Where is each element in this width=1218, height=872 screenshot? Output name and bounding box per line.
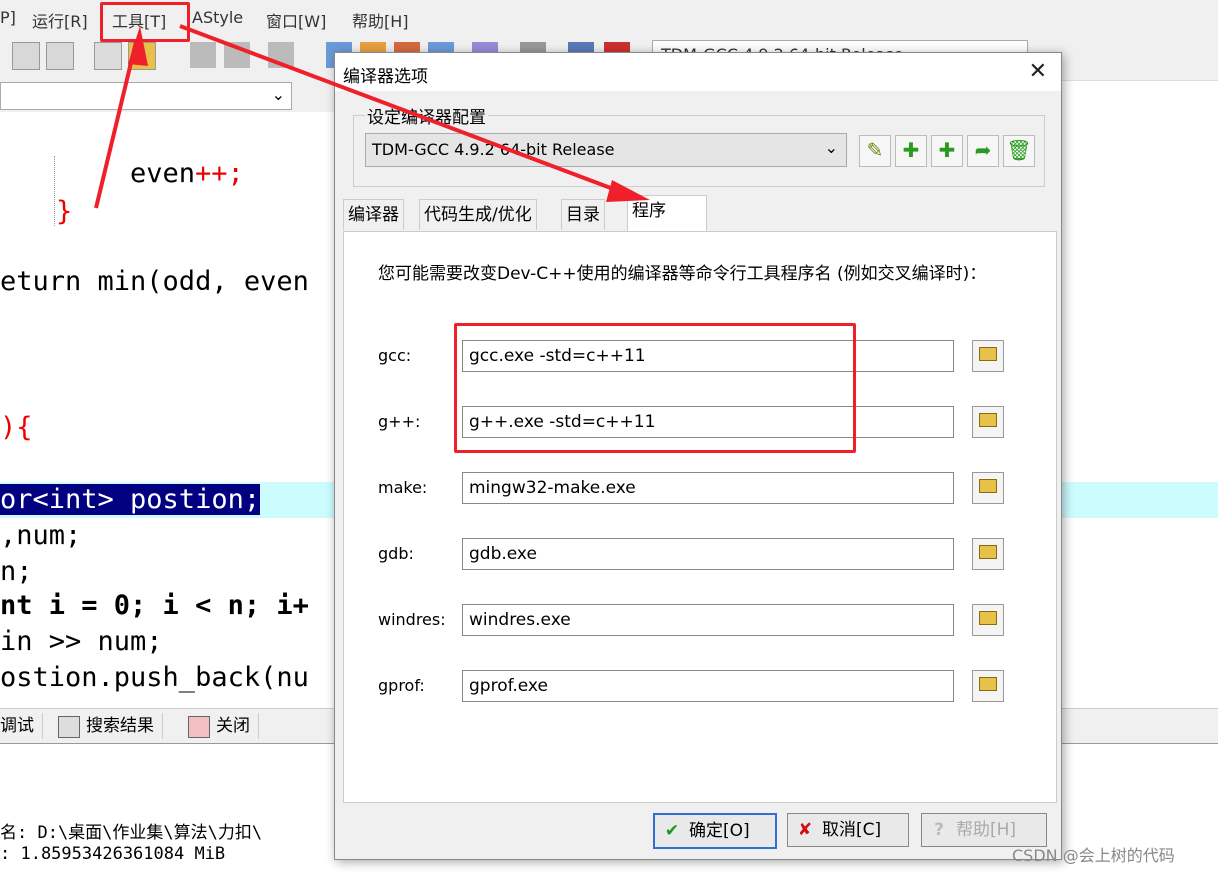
arrowhead-up [128, 26, 148, 66]
arrow-up [94, 41, 138, 209]
arrow-right [179, 24, 633, 198]
arrowhead-right [606, 180, 650, 202]
watermark: CSDN @会上树的代码 [1012, 846, 1175, 865]
annotation-arrows [94, 24, 650, 209]
